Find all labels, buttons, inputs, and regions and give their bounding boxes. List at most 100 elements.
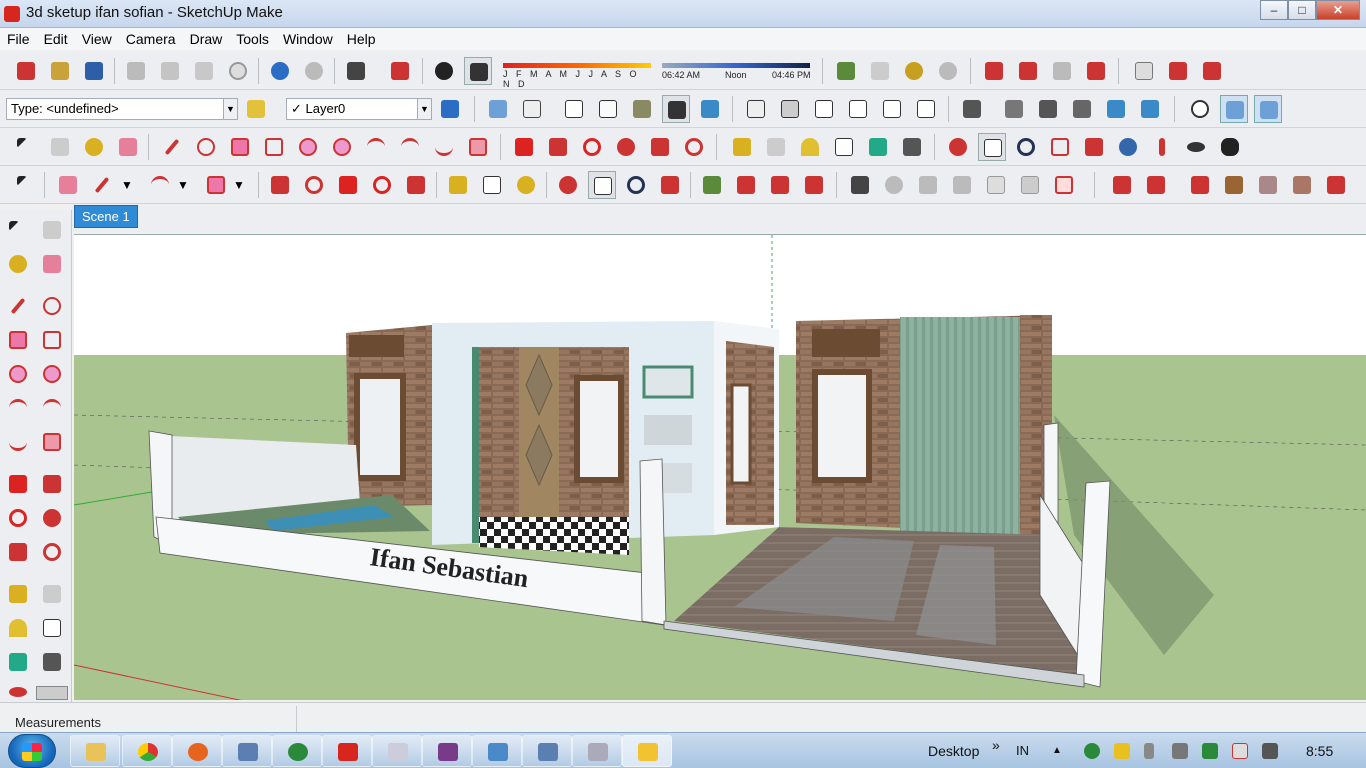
pan-tool-2[interactable] xyxy=(588,171,616,199)
circle-tool-left[interactable] xyxy=(6,362,30,386)
signal-bars-icon[interactable] xyxy=(1262,743,1278,759)
arc-dropdown[interactable]: ▼ xyxy=(172,171,200,199)
right-view-button[interactable] xyxy=(844,95,872,123)
menu-window[interactable]: Window xyxy=(276,28,340,50)
rectangle-dropdown[interactable]: ▼ xyxy=(228,171,256,199)
taskbar-app-4[interactable] xyxy=(472,735,522,767)
outer-shell-button[interactable] xyxy=(958,95,986,123)
warning-flag-icon[interactable] xyxy=(1114,743,1130,759)
rotated-rectangle-tool[interactable] xyxy=(260,133,288,161)
rotated-rectangle-left[interactable] xyxy=(40,328,64,352)
walk-tool[interactable] xyxy=(1148,133,1176,161)
scale-tool[interactable] xyxy=(646,133,674,161)
copy-button[interactable] xyxy=(156,57,184,85)
tape-measure-tool[interactable] xyxy=(728,133,756,161)
hidden-line-button[interactable] xyxy=(594,95,622,123)
rotate-tool-2[interactable] xyxy=(368,171,396,199)
taskbar-winrar[interactable] xyxy=(422,735,472,767)
undo-button[interactable] xyxy=(266,57,294,85)
taskbar-sketchup[interactable] xyxy=(322,735,372,767)
eraser-tool-2[interactable] xyxy=(54,171,82,199)
footprints-tool[interactable] xyxy=(1216,133,1244,161)
offset-tool[interactable] xyxy=(680,133,708,161)
redo-button[interactable] xyxy=(300,57,328,85)
rotate-tool[interactable] xyxy=(578,133,606,161)
tag-button[interactable] xyxy=(242,95,270,123)
select-tool-left[interactable] xyxy=(6,218,30,242)
shaded-button[interactable] xyxy=(628,95,656,123)
circle-tool[interactable] xyxy=(294,133,322,161)
push-pull-tool-2[interactable] xyxy=(266,171,294,199)
taskbar-chrome[interactable] xyxy=(122,735,172,767)
dimension-tool-left[interactable] xyxy=(40,582,64,606)
style-builder-button[interactable] xyxy=(1198,57,1226,85)
show-hidden-icons[interactable]: ▲ xyxy=(1052,745,1062,756)
pie-tool[interactable] xyxy=(464,133,492,161)
intersect-button[interactable] xyxy=(1000,95,1028,123)
rectangle-tool[interactable] xyxy=(226,133,254,161)
maximize-button[interactable]: □ xyxy=(1288,0,1316,20)
solid-tool-1[interactable] xyxy=(1108,171,1136,199)
union-button[interactable] xyxy=(1034,95,1062,123)
look-around-tool[interactable] xyxy=(1182,133,1210,161)
taskbar-app-1[interactable] xyxy=(222,735,272,767)
share-model-button[interactable] xyxy=(1082,57,1110,85)
action-center-icon[interactable] xyxy=(1232,743,1248,759)
wireframe-button[interactable] xyxy=(560,95,588,123)
hand-tool-button[interactable] xyxy=(1130,57,1158,85)
layer-dropdown[interactable]: ✓ Layer0 ▼ xyxy=(286,98,432,120)
select-tool[interactable] xyxy=(12,133,40,161)
pie-tool-left[interactable] xyxy=(40,430,64,454)
arc-tool[interactable] xyxy=(362,133,390,161)
globe-tray-icon[interactable] xyxy=(1084,743,1100,759)
cut-button[interactable] xyxy=(122,57,150,85)
layout-button[interactable] xyxy=(1164,57,1192,85)
front-view-button[interactable] xyxy=(810,95,838,123)
3d-viewport[interactable]: Ifan Sebastian xyxy=(74,234,1366,700)
position-camera-button[interactable] xyxy=(1186,95,1214,123)
menu-help[interactable]: Help xyxy=(340,28,383,50)
three-point-arc-tool[interactable] xyxy=(430,133,458,161)
minimize-button[interactable]: – xyxy=(1260,0,1288,20)
erase-button[interactable] xyxy=(224,57,252,85)
line-tool[interactable] xyxy=(158,133,186,161)
previous-view-tool[interactable] xyxy=(1114,133,1142,161)
solid-tool-3[interactable] xyxy=(1186,171,1214,199)
two-point-arc-tool[interactable] xyxy=(396,133,424,161)
back-edges-button[interactable] xyxy=(518,95,546,123)
push-pull-left[interactable] xyxy=(40,472,64,496)
menu-tools[interactable]: Tools xyxy=(229,28,276,50)
freehand-tool[interactable] xyxy=(192,133,220,161)
zoom-extents-tool-2[interactable] xyxy=(656,171,684,199)
taskbar-app-3[interactable] xyxy=(372,735,422,767)
model-canvas[interactable]: Ifan Sebastian xyxy=(74,235,1366,700)
open-button[interactable] xyxy=(46,57,74,85)
eraser-tool-left[interactable] xyxy=(40,252,64,276)
subtract-button[interactable] xyxy=(1068,95,1096,123)
solid-tool-2[interactable] xyxy=(1142,171,1170,199)
solid-tool-7[interactable] xyxy=(1322,171,1350,199)
taskbar-explorer[interactable] xyxy=(70,735,120,767)
text-tool-2[interactable] xyxy=(478,171,506,199)
zoom-tool[interactable] xyxy=(1012,133,1040,161)
move-tool-left[interactable] xyxy=(6,472,30,496)
new-file-button[interactable] xyxy=(12,57,40,85)
rotate-tool-left[interactable] xyxy=(6,506,30,530)
scene-1-tab[interactable]: Scene 1 xyxy=(74,205,138,228)
type-dropdown[interactable]: Type: <undefined> ▼ xyxy=(6,98,238,120)
move-tool-2[interactable] xyxy=(334,171,362,199)
toggle-terrain-button[interactable] xyxy=(866,57,894,85)
text-tool[interactable] xyxy=(830,133,858,161)
scale-tool-left[interactable] xyxy=(6,540,30,564)
taskbar-app-6[interactable] xyxy=(572,735,622,767)
paint-bucket-tool-2[interactable] xyxy=(512,171,540,199)
iso-view-button[interactable] xyxy=(742,95,770,123)
menu-camera[interactable]: Camera xyxy=(119,28,183,50)
xray-button[interactable] xyxy=(484,95,512,123)
solid-tool-6[interactable] xyxy=(1288,171,1316,199)
battery-icon[interactable] xyxy=(1144,743,1154,759)
shaded-textures-button[interactable] xyxy=(662,95,690,123)
three-point-arc-left[interactable] xyxy=(6,430,30,454)
eraser-tool[interactable] xyxy=(114,133,142,161)
taskbar-app-2[interactable] xyxy=(272,735,322,767)
